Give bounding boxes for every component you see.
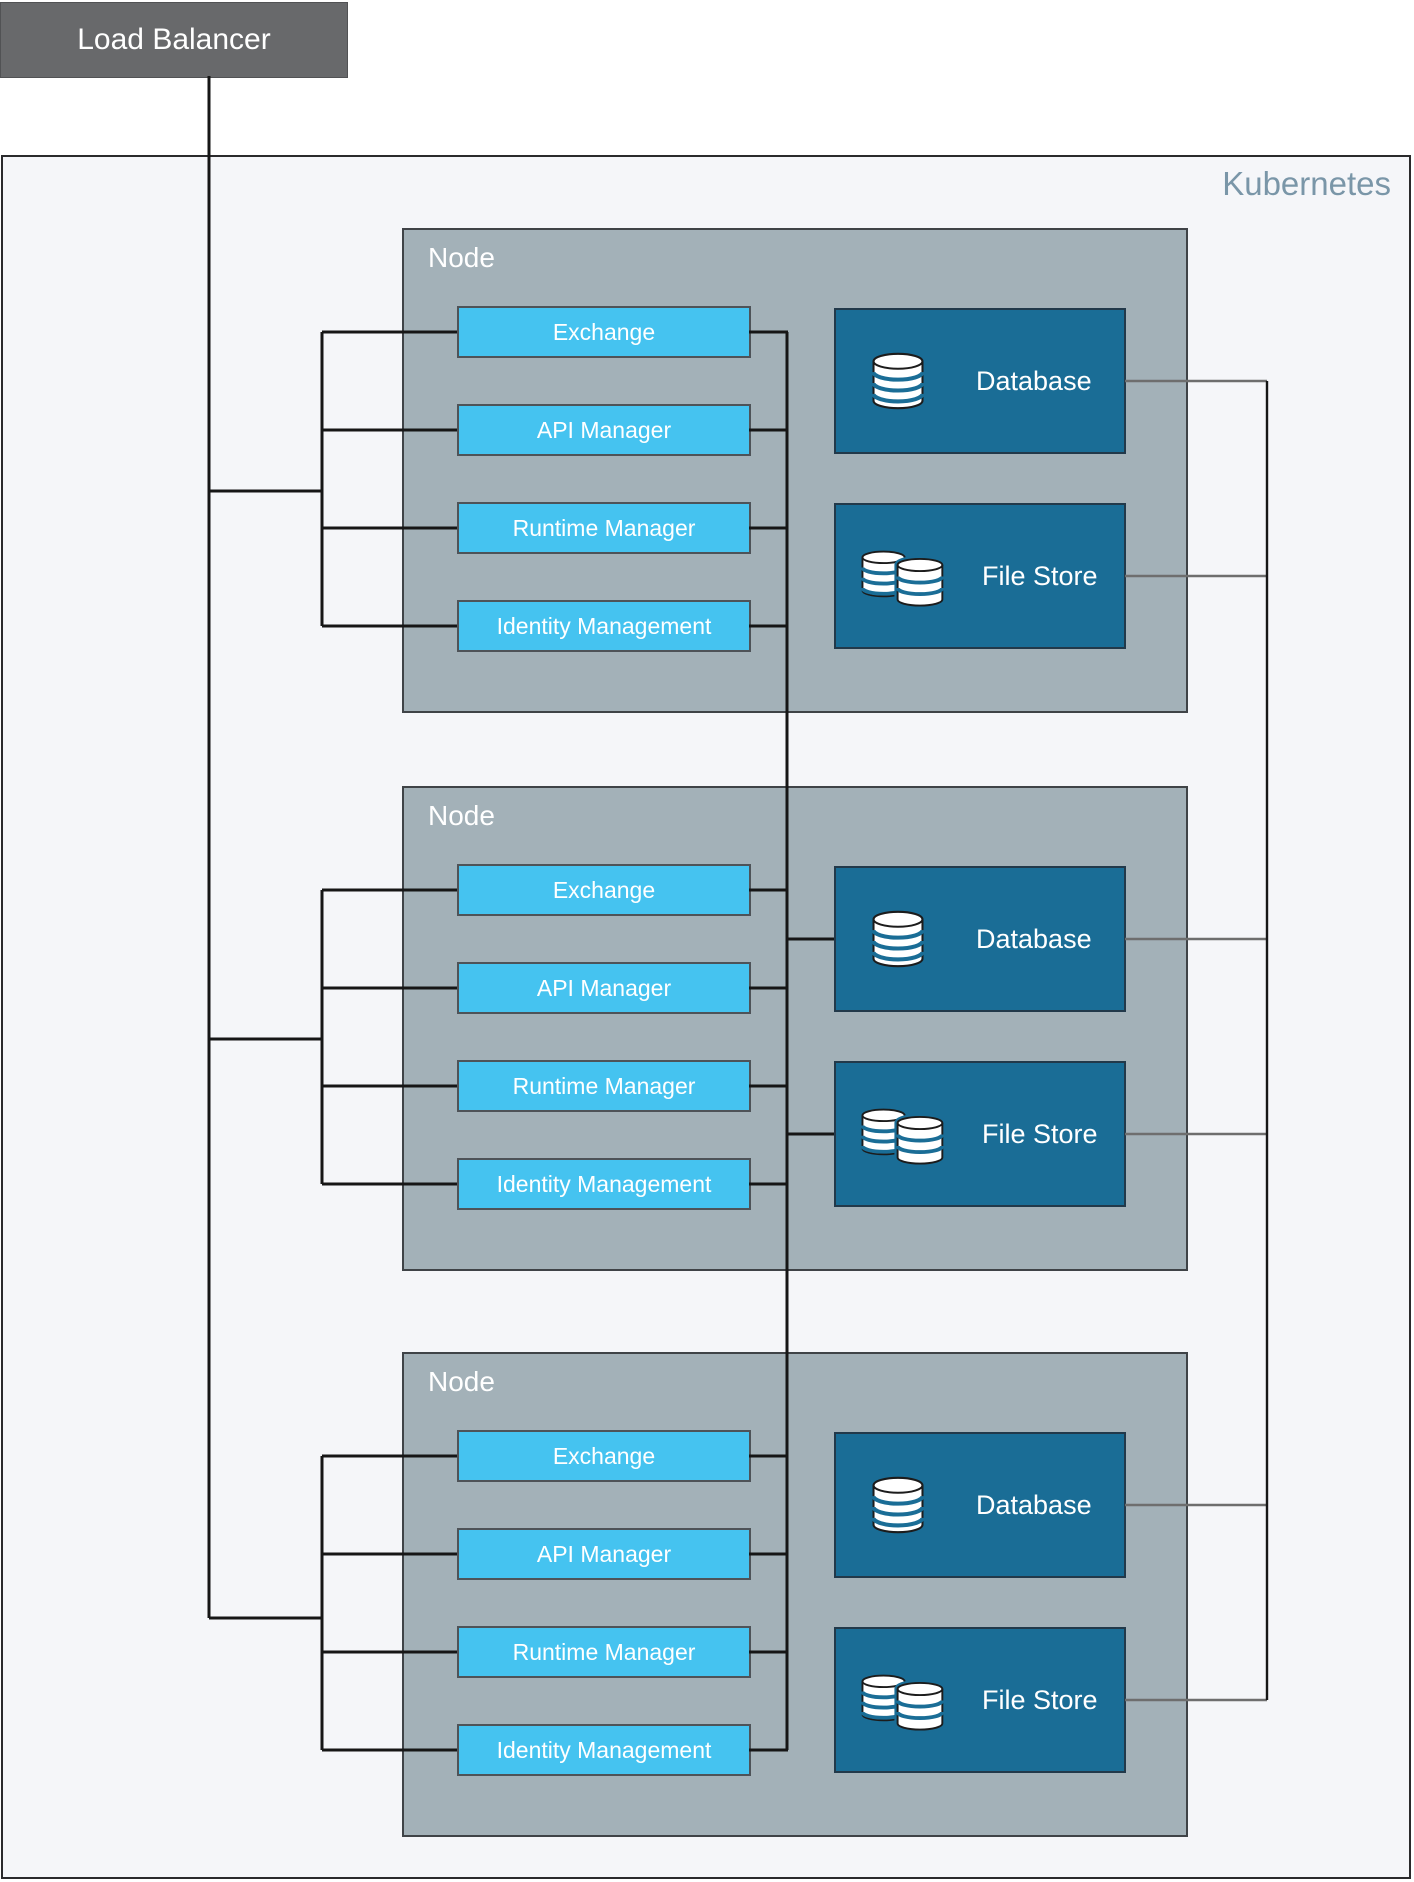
store-label: File Store [982,1684,1098,1715]
service-api-manager: API Manager [457,1528,751,1580]
store-database: Database [834,308,1126,454]
node-box-2: Node Exchange API Manager Runtime Manage… [402,786,1188,1271]
store-label: File Store [982,560,1098,591]
service-exchange: Exchange [457,1430,751,1482]
node-label: Node [428,242,495,273]
node-label: Node [428,1366,495,1397]
cluster-label: Kubernetes [1222,165,1391,202]
service-api-manager: API Manager [457,962,751,1014]
diagram-canvas: Kubernetes Node Exchange API Manager Run… [0,0,1414,1882]
service-identity-management: Identity Management [457,1158,751,1210]
service-identity-management: Identity Management [457,600,751,652]
service-api-manager: API Manager [457,404,751,456]
service-runtime-manager: Runtime Manager [457,1626,751,1678]
kubernetes-cluster-box: Kubernetes Node Exchange API Manager Run… [1,155,1411,1879]
database-icon [871,352,925,410]
store-file-store: File Store [834,1627,1126,1773]
store-label: Database [976,923,1092,954]
load-balancer-label: Load Balancer [77,23,271,56]
service-exchange: Exchange [457,306,751,358]
database-icon [871,910,925,968]
store-file-store: File Store [834,503,1126,649]
load-balancer-box: Load Balancer [0,2,348,78]
node-box-3: Node Exchange API Manager Runtime Manage… [402,1352,1188,1837]
service-exchange: Exchange [457,864,751,916]
database-icon [871,1476,925,1534]
store-label: Database [976,1489,1092,1520]
store-label: File Store [982,1118,1098,1149]
service-runtime-manager: Runtime Manager [457,502,751,554]
service-runtime-manager: Runtime Manager [457,1060,751,1112]
file-store-icon [860,1108,946,1167]
store-database: Database [834,1432,1126,1578]
service-identity-management: Identity Management [457,1724,751,1776]
store-label: Database [976,365,1092,396]
store-database: Database [834,866,1126,1012]
node-box-1: Node Exchange API Manager Runtime Manage… [402,228,1188,713]
node-label: Node [428,800,495,831]
store-file-store: File Store [834,1061,1126,1207]
file-store-icon [860,550,946,609]
file-store-icon [860,1674,946,1733]
